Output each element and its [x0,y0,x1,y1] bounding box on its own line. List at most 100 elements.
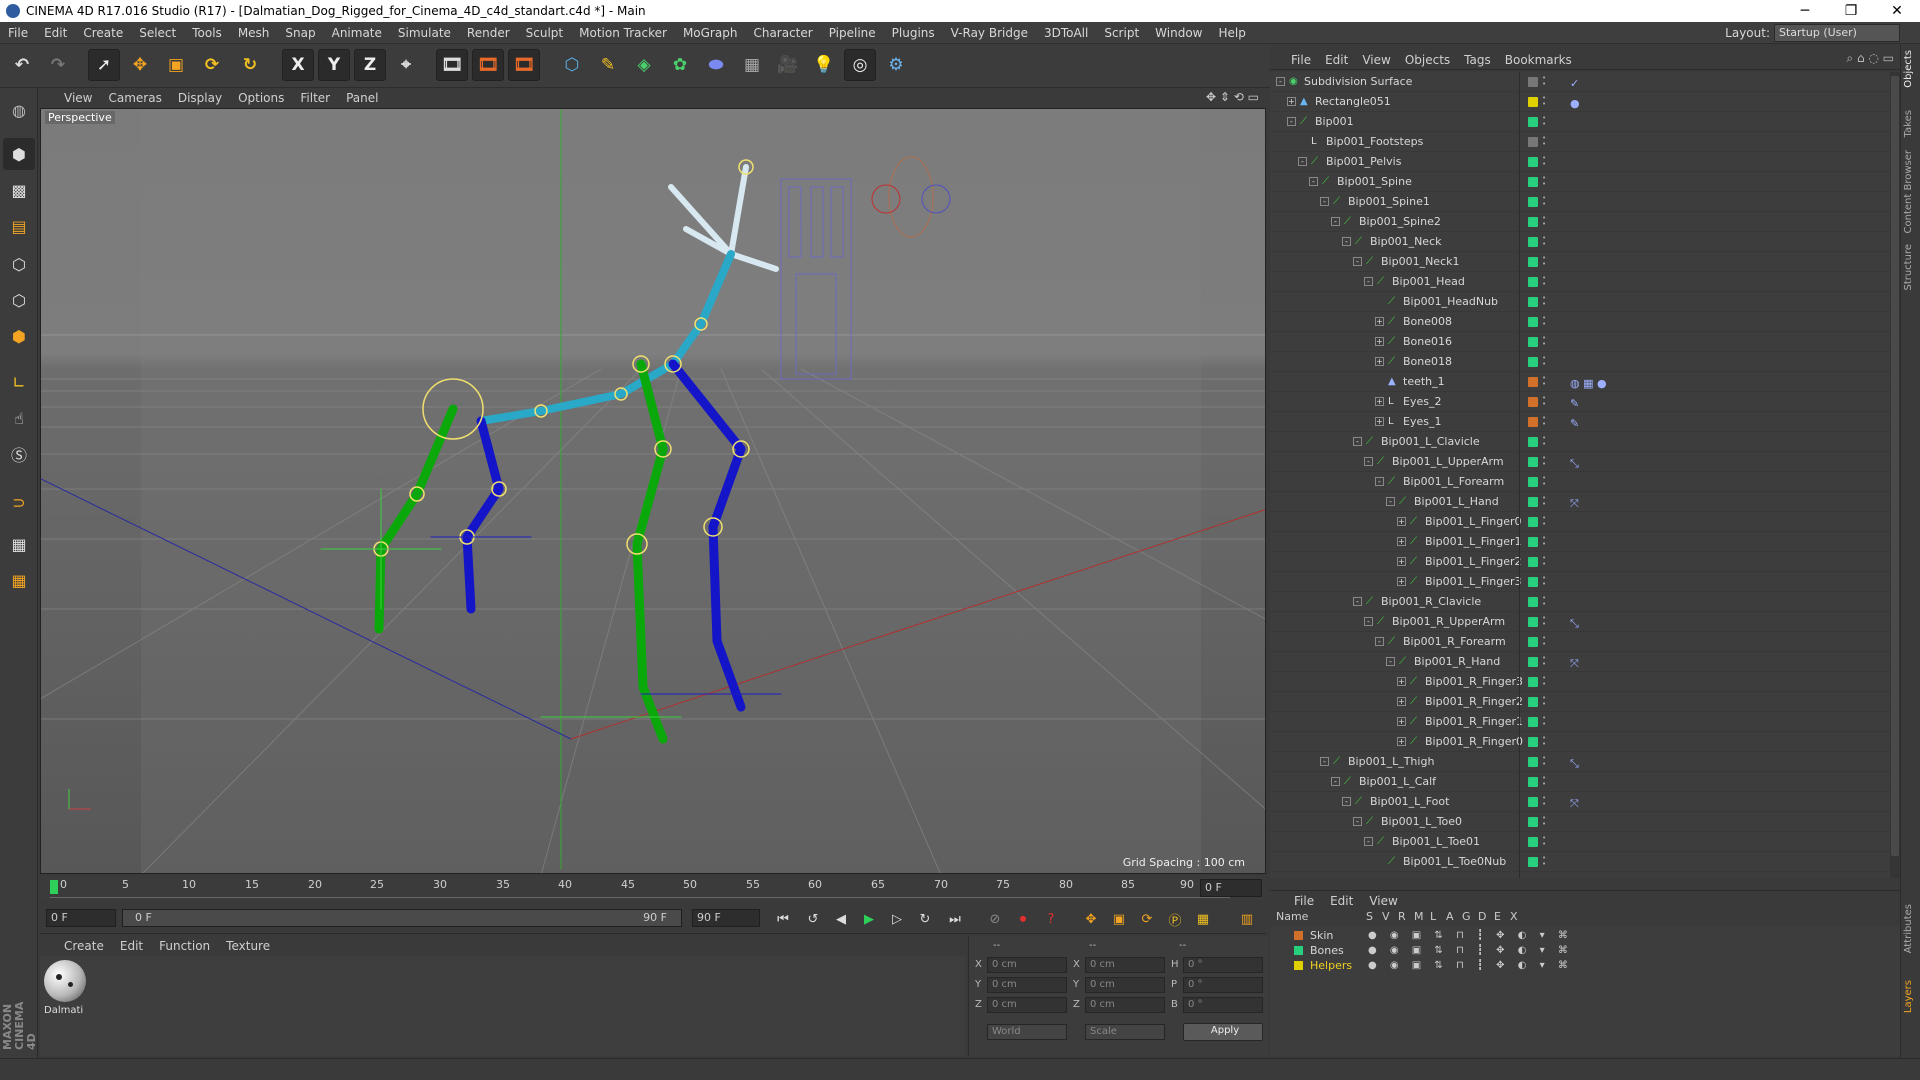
next-key-icon[interactable]: ↻ [914,908,936,930]
expand-icon[interactable]: + [1287,97,1296,106]
key-pla-icon[interactable]: ▦ [1192,908,1214,930]
position-y-field[interactable]: 0 cm [987,977,1067,993]
object-row[interactable]: + ⟋ Bip001_L_Finger2 • • [1270,552,1890,572]
layer-color-swatch[interactable] [1528,797,1538,807]
layout-dropdown[interactable]: Startup (User) [1774,24,1900,42]
material-menu-texture[interactable]: Texture [218,936,278,956]
om-menu-file[interactable]: File [1284,50,1318,70]
visibility-dots-icon[interactable]: • • [1542,575,1546,589]
expand-icon[interactable]: + [1375,337,1384,346]
menu-render[interactable]: Render [459,22,518,44]
visibility-dots-icon[interactable]: • • [1542,95,1546,109]
expand-icon[interactable]: + [1375,397,1384,406]
layer-color-swatch[interactable] [1528,457,1538,467]
end-frame-field[interactable]: 90 F [692,909,760,927]
layer-toggle-icons[interactable]: ● ◉ ▣ ⇅ ⊓ ┇ ✥ ◐ ▾ ⌘ [1368,958,1573,973]
step-forward-icon[interactable]: ▷ [886,908,908,930]
visibility-dots-icon[interactable]: • • [1542,215,1546,229]
layer-color-swatch[interactable] [1528,297,1538,307]
visibility-dots-icon[interactable]: • • [1542,175,1546,189]
layer-color-swatch[interactable] [1528,377,1538,387]
layer-row[interactable]: Helpers ● ◉ ▣ ⇅ ⊓ ┇ ✥ ◐ ▾ ⌘ [1270,958,1900,973]
points-mode-icon[interactable]: ⬡ [3,248,35,280]
layer-color-swatch[interactable] [1528,97,1538,107]
layer-color-swatch[interactable] [1528,477,1538,487]
visibility-dots-icon[interactable]: • • [1542,615,1546,629]
python-spiral-icon[interactable]: ◎ [844,49,876,81]
object-tags-icon[interactable]: ⤡ [1570,754,1579,774]
expand-icon[interactable]: + [1397,577,1406,586]
object-row[interactable]: ▲ teeth_1 • • ◍ ▦ ● [1270,372,1890,392]
size-z-field[interactable]: 0 cm [1085,997,1165,1013]
visibility-dots-icon[interactable]: • • [1542,315,1546,329]
layer-row[interactable]: Bones ● ◉ ▣ ⇅ ⊓ ┇ ✥ ◐ ▾ ⌘ [1270,943,1900,958]
visibility-dots-icon[interactable]: • • [1542,755,1546,769]
object-row[interactable]: + ⟋ Bone008 • • [1270,312,1890,332]
layer-color-swatch[interactable] [1528,817,1538,827]
rotation-b-field[interactable]: 0 ° [1183,997,1263,1013]
visibility-dots-icon[interactable]: • • [1542,235,1546,249]
layer-color-swatch[interactable] [1528,557,1538,567]
object-row[interactable]: + ⟋ Bone018 • • [1270,352,1890,372]
menu-sculpt[interactable]: Sculpt [518,22,571,44]
apply-button[interactable]: Apply [1183,1023,1263,1041]
layer-color-swatch[interactable] [1528,177,1538,187]
expand-icon[interactable]: + [1375,417,1384,426]
position-z-field[interactable]: 0 cm [987,997,1067,1013]
object-row[interactable]: - ⟋ Bip001_L_Foot • • ⤧ [1270,792,1890,812]
object-row[interactable]: + L Eyes_2 • • ✎ [1270,392,1890,412]
om-menu-edit[interactable]: Edit [1318,50,1355,70]
menu-simulate[interactable]: Simulate [390,22,459,44]
menu-character[interactable]: Character [745,22,820,44]
polygons-mode-icon[interactable]: ⬢ [3,320,35,352]
visibility-dots-icon[interactable]: • • [1542,795,1546,809]
object-row[interactable]: - ◉ Subdivision Surface • • ✓ [1270,72,1890,92]
collapse-icon[interactable]: - [1342,797,1351,806]
record-keys-icon[interactable]: ⊘ [984,908,1006,930]
light-icon[interactable]: 💡 [808,49,840,81]
om-menu-tags[interactable]: Tags [1457,50,1498,70]
layer-color-swatch[interactable] [1528,417,1538,427]
collapse-icon[interactable]: - [1331,777,1340,786]
layer-color-swatch[interactable] [1528,117,1538,127]
key-param-icon[interactable]: Ⓟ [1164,908,1186,930]
object-tags-icon[interactable]: ⤡ [1570,454,1579,474]
layer-color-swatch[interactable] [1528,357,1538,367]
layer-color-swatch[interactable] [1528,857,1538,867]
layer-menu-view[interactable]: View [1361,891,1405,911]
key-help-icon[interactable]: ? [1040,908,1062,930]
visibility-dots-icon[interactable]: • • [1542,655,1546,669]
expand-icon[interactable]: + [1397,677,1406,686]
object-row[interactable]: + ⟋ Bip001_R_Finger3 • • [1270,672,1890,692]
expand-icon[interactable]: + [1397,557,1406,566]
tab-attributes[interactable]: Attributes [1903,904,1914,953]
close-button[interactable]: ✕ [1874,0,1920,22]
maximize-button[interactable]: ❐ [1828,0,1874,22]
object-row[interactable]: - ⟋ Bip001_L_Toe01 • • [1270,832,1890,852]
layer-color-swatch[interactable] [1528,537,1538,547]
undo-icon[interactable]: ↶ [6,49,38,81]
visibility-dots-icon[interactable]: • • [1542,395,1546,409]
object-row[interactable]: + ⟋ Bip001_L_Finger0 • • [1270,512,1890,532]
viewport-menu-filter[interactable]: Filter [292,88,338,108]
collapse-icon[interactable]: - [1287,117,1296,126]
om-menu-bookmarks[interactable]: Bookmarks [1498,50,1579,70]
object-row[interactable]: L Bip001_Footsteps • • [1270,132,1890,152]
menu-mograph[interactable]: MoGraph [675,22,746,44]
layer-menu-edit[interactable]: Edit [1322,891,1361,911]
layer-color-swatch[interactable] [1528,137,1538,147]
visibility-dots-icon[interactable]: • • [1542,775,1546,789]
x-axis-lock-button[interactable]: X [282,49,314,81]
layer-toggle-icons[interactable]: ● ◉ ▣ ⇅ ⊓ ┇ ✥ ◐ ▾ ⌘ [1368,943,1573,958]
tweak-mode-icon[interactable]: ☝ [3,402,35,434]
object-row[interactable]: - ⟋ Bip001_R_Forearm • • [1270,632,1890,652]
visibility-dots-icon[interactable]: • • [1542,355,1546,369]
menu-3dtoall[interactable]: 3DToAll [1036,22,1096,44]
object-tags-icon[interactable]: ⤧ [1570,494,1579,514]
layer-color-swatch[interactable] [1528,837,1538,847]
menu-edit[interactable]: Edit [36,22,75,44]
magnet-tool-icon[interactable]: ⊃ [3,486,35,518]
menu-snap[interactable]: Snap [277,22,323,44]
subdivision-surface-icon[interactable]: ◈ [628,49,660,81]
visibility-dots-icon[interactable]: • • [1542,635,1546,649]
